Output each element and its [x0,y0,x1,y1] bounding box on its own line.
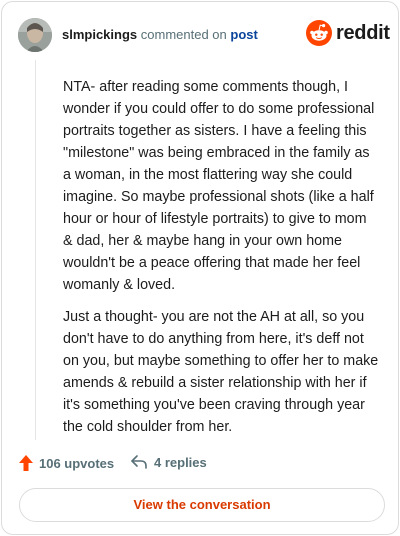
upvote-count: 106 upvotes [39,455,115,471]
comment-body: NTA- after reading some comments though,… [63,76,379,448]
comment-paragraph: Just a thought- you are not the AH at al… [63,309,379,435]
view-conversation-button[interactable]: View the conversation [19,488,385,522]
reddit-snoo-icon [306,20,332,46]
comment-header: slmpickings commented on post reddit [18,16,390,54]
upvote-button[interactable]: 106 upvotes [18,454,114,472]
commented-on-text: commented on [140,27,227,42]
comment-embed-card: slmpickings commented on post reddit NTA… [1,1,399,535]
comment-footer: 106 upvotes 4 replies [18,454,382,476]
reply-arrow-icon [131,455,147,469]
byline: slmpickings commented on post [62,27,258,42]
upvote-arrow-icon [19,455,33,471]
reddit-wordmark: reddit [336,22,390,44]
replies-button[interactable]: 4 replies [130,454,207,470]
comment-paragraph: NTA- after reading some comments though,… [63,79,375,293]
post-link[interactable]: post [230,27,257,42]
replies-count: 4 replies [154,454,207,470]
thread-line [35,60,36,440]
reddit-logo[interactable]: reddit [306,20,390,48]
avatar-image [18,18,52,52]
username-link[interactable]: slmpickings [62,27,137,42]
user-avatar[interactable] [18,18,52,52]
